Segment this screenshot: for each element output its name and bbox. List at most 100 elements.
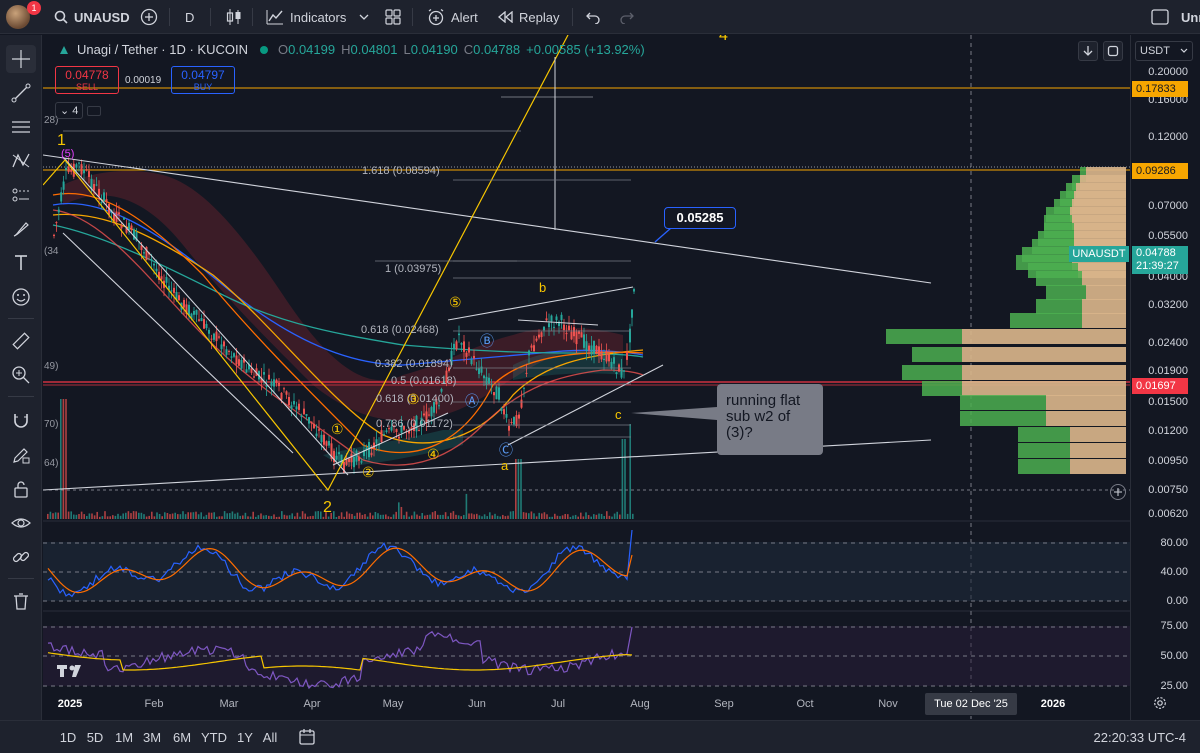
price-axis[interactable]: USDT 0.20000 0.16000 0.12000 0.07000 0.05500… bbox=[1069, 35, 1200, 720]
candle-body bbox=[423, 413, 425, 416]
indicators-button[interactable]: Indicators bbox=[266, 0, 346, 34]
range-button-all[interactable]: All bbox=[263, 721, 277, 753]
remove-drawings-tool[interactable] bbox=[6, 587, 36, 615]
hide-drawings-tool[interactable] bbox=[6, 509, 36, 537]
volume-bar bbox=[499, 516, 501, 519]
volume-bar bbox=[457, 515, 460, 519]
time-axis[interactable]: 2025 Feb Mar Apr May Jun Jul Aug Sep Oct Nov 2026 T… bbox=[43, 692, 1166, 716]
wave-label-b: b bbox=[539, 280, 546, 295]
trendline-tool[interactable] bbox=[6, 79, 36, 107]
chart-settings-button[interactable] bbox=[1153, 696, 1167, 713]
emoji-tool[interactable] bbox=[6, 283, 36, 311]
legend-change: +0.00585 (+13.92%) bbox=[526, 42, 645, 57]
volume-bar bbox=[299, 516, 301, 519]
volume-bar bbox=[476, 513, 478, 519]
volume-bar bbox=[616, 511, 618, 519]
crosshair-tool[interactable] bbox=[6, 45, 36, 73]
indicators-dropdown[interactable] bbox=[359, 0, 369, 34]
brush-tool[interactable] bbox=[6, 215, 36, 243]
volume-bar bbox=[473, 514, 475, 519]
clock-timezone[interactable]: 22:20:33 UTC-4 bbox=[1094, 721, 1187, 753]
stay-drawing-tool[interactable] bbox=[6, 441, 36, 469]
indicators-collapse[interactable]: ⌄ 4 bbox=[55, 102, 102, 119]
layouts-button[interactable] bbox=[385, 0, 401, 34]
chart-type-button[interactable] bbox=[226, 0, 242, 34]
range-button-3m[interactable]: 3M bbox=[143, 721, 161, 753]
price-axis-label: 0.01500 bbox=[1148, 396, 1188, 408]
volume-bar bbox=[390, 516, 392, 519]
volume-bar bbox=[309, 516, 312, 519]
replay-button[interactable]: Replay bbox=[497, 0, 559, 34]
candle-body bbox=[130, 225, 133, 231]
candle-body bbox=[428, 414, 430, 416]
volume-bar bbox=[62, 399, 65, 519]
volume-bar bbox=[301, 511, 304, 519]
rsi-pane bbox=[43, 626, 1130, 690]
candle-body bbox=[128, 222, 130, 230]
zoom-tool[interactable] bbox=[6, 361, 36, 389]
redo-button[interactable] bbox=[619, 0, 635, 34]
volume-bar bbox=[561, 515, 564, 519]
range-button-1d[interactable]: 1D bbox=[60, 721, 77, 753]
volume-bar bbox=[343, 516, 345, 519]
brush-icon bbox=[13, 222, 29, 237]
volume-bar bbox=[494, 513, 496, 519]
volume-bar bbox=[411, 515, 413, 519]
undo-button[interactable] bbox=[585, 0, 601, 34]
sell-button[interactable]: 0.04778 SELL bbox=[55, 66, 119, 94]
volume-bar bbox=[452, 511, 455, 519]
candle-body bbox=[530, 345, 533, 348]
user-menu-label[interactable]: Unn bbox=[1181, 0, 1200, 34]
lock-drawings-tool[interactable] bbox=[6, 475, 36, 503]
chart-pane[interactable]: 1.618 (0.08594) 1 (0.03975) 0.618 (0.024… bbox=[43, 35, 1130, 720]
text-tool[interactable] bbox=[6, 249, 36, 277]
range-button-6m[interactable]: 6M bbox=[173, 721, 191, 753]
volume-bar bbox=[593, 514, 595, 519]
vp-bar-green bbox=[1018, 427, 1070, 442]
go-to-date-button[interactable] bbox=[298, 728, 316, 749]
candle-body bbox=[278, 382, 280, 387]
buy-button[interactable]: 0.04797 BUY bbox=[171, 66, 235, 94]
maximize-pane-button[interactable] bbox=[1103, 41, 1123, 61]
interval-button[interactable]: D bbox=[185, 0, 194, 34]
fullscreen-toggle[interactable] bbox=[1151, 0, 1169, 34]
volume-bar bbox=[426, 514, 429, 519]
indicators-icon bbox=[266, 10, 283, 25]
volume-bar bbox=[143, 514, 145, 519]
magnet-tool[interactable] bbox=[6, 407, 36, 435]
horizontal-lines-tool[interactable] bbox=[6, 113, 36, 141]
range-button-5d[interactable]: 5D bbox=[87, 721, 104, 753]
indicators-label: Indicators bbox=[290, 9, 347, 25]
vp-bar-green bbox=[886, 329, 962, 344]
range-button-1y[interactable]: 1Y bbox=[237, 721, 253, 753]
currency-select[interactable]: USDT bbox=[1135, 41, 1193, 61]
price-callout[interactable]: 0.05285 bbox=[664, 207, 736, 229]
volume-bar bbox=[470, 513, 473, 519]
symbol-search[interactable]: UNAUSD bbox=[54, 0, 130, 34]
volume-bar bbox=[54, 512, 57, 519]
compare-add-button[interactable] bbox=[140, 0, 158, 34]
pattern-tool[interactable] bbox=[6, 147, 36, 175]
range-button-1m[interactable]: 1M bbox=[115, 721, 133, 753]
range-button-ytd[interactable]: YTD bbox=[201, 721, 227, 753]
measure-tool[interactable] bbox=[6, 327, 36, 355]
currency-label: USDT bbox=[1140, 45, 1170, 57]
note-callout[interactable]: running flat sub w2 of (3)? bbox=[717, 384, 823, 455]
candle-body bbox=[335, 455, 338, 460]
candle-body bbox=[373, 442, 375, 449]
alert-button[interactable]: Alert bbox=[427, 0, 478, 34]
add-alert-plus-button[interactable] bbox=[1110, 484, 1126, 500]
sync-drawings-tool[interactable] bbox=[6, 543, 36, 571]
wave-label-circle-5: ⑤ bbox=[449, 294, 462, 310]
scroll-to-latest-button[interactable] bbox=[1078, 41, 1098, 61]
wave-label-circle-4: ④ bbox=[427, 446, 440, 462]
indicators-count-toggle[interactable]: ⌄ 4 bbox=[55, 102, 84, 119]
eye-icon bbox=[11, 518, 31, 528]
legend-title[interactable]: Unagi / Tether · 1D · KUCOIN bbox=[77, 42, 248, 57]
volume-bar bbox=[101, 516, 104, 519]
forecast-tool[interactable] bbox=[6, 181, 36, 209]
vp-bar-green bbox=[1046, 285, 1086, 300]
eye-icon[interactable] bbox=[87, 105, 102, 116]
legend-open: 0.04199 bbox=[288, 42, 336, 57]
candle-body bbox=[250, 368, 253, 373]
